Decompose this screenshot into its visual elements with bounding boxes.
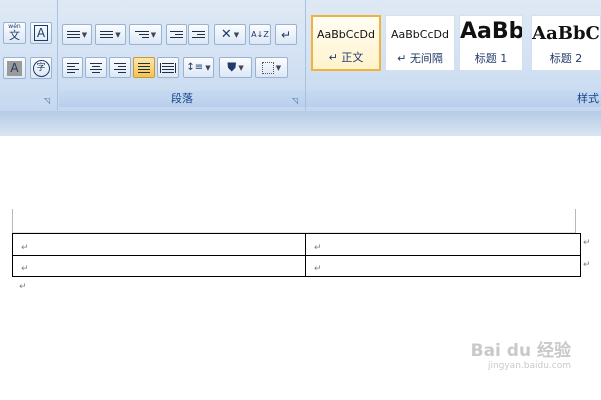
table-cell[interactable]: ↵	[305, 233, 581, 256]
paragraph-mark: ↵	[19, 282, 27, 292]
table-row: ↵ ↵	[12, 233, 581, 256]
font-dialog-launcher-icon[interactable]: ◹	[44, 97, 52, 105]
line-spacing-button[interactable]: ↕≡ ▼	[183, 57, 214, 78]
style-no-spacing-name-text: 无间隔	[409, 52, 443, 65]
sort-button[interactable]: A↓Z	[249, 24, 271, 45]
phonetic-guide-char: 文	[9, 29, 20, 42]
numbering-icon	[100, 31, 114, 38]
increase-indent-button[interactable]	[188, 24, 209, 45]
increase-indent-icon	[192, 31, 205, 38]
distributed-icon	[160, 62, 176, 73]
quick-styles-gallery: AaBbCcDd ↵ 正文 AaBbCcDd ↵ 无间隔 AaBb 标题 1 A…	[311, 15, 601, 73]
cell-end-mark: ↵	[314, 242, 322, 253]
decrease-indent-icon	[170, 31, 183, 38]
distributed-button[interactable]	[157, 57, 179, 78]
character-shading-button[interactable]: A	[3, 57, 26, 79]
justify-icon	[138, 62, 150, 73]
watermark-logo: Bai du 经验	[470, 341, 571, 361]
ribbon: wén 文 A A 字 ◹ ▼ ▼ ▼ ✕ ▼ A↓Z ↵ ↕≡ ▼ ⛊ ▼ ▼…	[0, 0, 601, 112]
style-no-spacing-name: ↵ 无间隔	[397, 52, 443, 65]
row-end-mark: ↵	[583, 238, 591, 248]
phonetic-guide-button[interactable]: wén 文	[3, 22, 26, 44]
align-right-icon	[114, 62, 126, 73]
borders-button[interactable]: ▼	[255, 57, 288, 78]
cell-end-mark: ↵	[21, 242, 29, 253]
style-normal-sample: AaBbCcDd	[317, 28, 375, 41]
right-corner-mark	[575, 209, 576, 233]
align-right-button[interactable]	[109, 57, 131, 78]
character-border-letter: A	[33, 25, 49, 41]
paragraph-group-label: 段落	[59, 91, 305, 107]
bullets-icon	[66, 31, 80, 38]
cell-end-mark: ↵	[314, 264, 322, 275]
paragraph-dialog-launcher-icon[interactable]: ◹	[292, 97, 300, 105]
borders-icon	[261, 61, 274, 74]
style-heading-2[interactable]: AaBbC 标题 2	[531, 15, 601, 71]
decrease-indent-button[interactable]	[166, 24, 187, 45]
table-row: ↵ ↵	[12, 254, 581, 277]
paragraph-group: ▼ ▼ ▼ ✕ ▼ A↓Z ↵ ↕≡ ▼ ⛊ ▼ ▼ 段落 ◹	[59, 0, 306, 110]
style-normal-name: ↵ 正文	[328, 51, 364, 64]
table-cell[interactable]: ↵	[305, 254, 581, 277]
shading-bucket-icon: ⛊	[227, 60, 237, 74]
baidu-jingyan-watermark: Bai du 经验 jingyan.baidu.com	[471, 336, 571, 371]
character-border-button[interactable]: A	[30, 22, 52, 44]
style-heading-2-sample: AaBbC	[532, 23, 600, 44]
paragraph-mark-icon: ↵	[280, 27, 292, 42]
document-area-top-edge	[0, 111, 601, 136]
enclose-characters-char: 字	[32, 59, 50, 77]
line-spacing-icon: ↕≡	[186, 62, 204, 73]
enclose-characters-button[interactable]: 字	[30, 57, 52, 79]
shading-button[interactable]: ⛊ ▼	[219, 57, 252, 78]
document-table[interactable]: ↵ ↵ ↵ ↵	[12, 233, 581, 277]
left-corner-mark	[12, 209, 13, 233]
bullets-button[interactable]: ▼	[62, 24, 92, 45]
font-group: wén 文 A A 字 ◹	[0, 0, 58, 110]
styles-group-label: 样式	[306, 91, 601, 107]
align-left-button[interactable]	[62, 57, 83, 78]
cell-end-mark: ↵	[21, 264, 29, 275]
table-cell[interactable]: ↵	[12, 254, 306, 277]
style-no-spacing-sample: AaBbCcDd	[391, 28, 449, 41]
style-heading-1-sample: AaBb	[460, 19, 523, 44]
style-heading-1-name: 标题 1	[474, 52, 508, 65]
align-left-icon	[66, 62, 79, 73]
style-heading-2-name: 标题 2	[549, 52, 583, 65]
table-cell[interactable]: ↵	[12, 233, 306, 256]
watermark-url: jingyan.baidu.com	[487, 361, 571, 371]
multilevel-list-icon	[134, 31, 149, 38]
sort-icon: A↓Z	[251, 30, 269, 39]
multilevel-list-button[interactable]: ▼	[129, 24, 162, 45]
style-heading-1[interactable]: AaBb 标题 1	[459, 15, 523, 71]
align-center-icon	[90, 62, 102, 73]
justify-button[interactable]	[133, 57, 155, 78]
style-no-spacing[interactable]: AaBbCcDd ↵ 无间隔	[385, 15, 455, 71]
show-paragraph-marks-button[interactable]: ↵	[275, 24, 297, 45]
character-shading-letter: A	[7, 60, 22, 76]
numbering-button[interactable]: ▼	[95, 24, 126, 45]
style-normal[interactable]: AaBbCcDd ↵ 正文	[311, 15, 381, 71]
row-end-mark: ↵	[583, 260, 591, 270]
chinese-layout-button[interactable]: ✕ ▼	[214, 24, 246, 45]
align-center-button[interactable]	[85, 57, 107, 78]
style-normal-name-text: 正文	[341, 51, 364, 64]
chinese-layout-icon: ✕	[220, 27, 232, 42]
